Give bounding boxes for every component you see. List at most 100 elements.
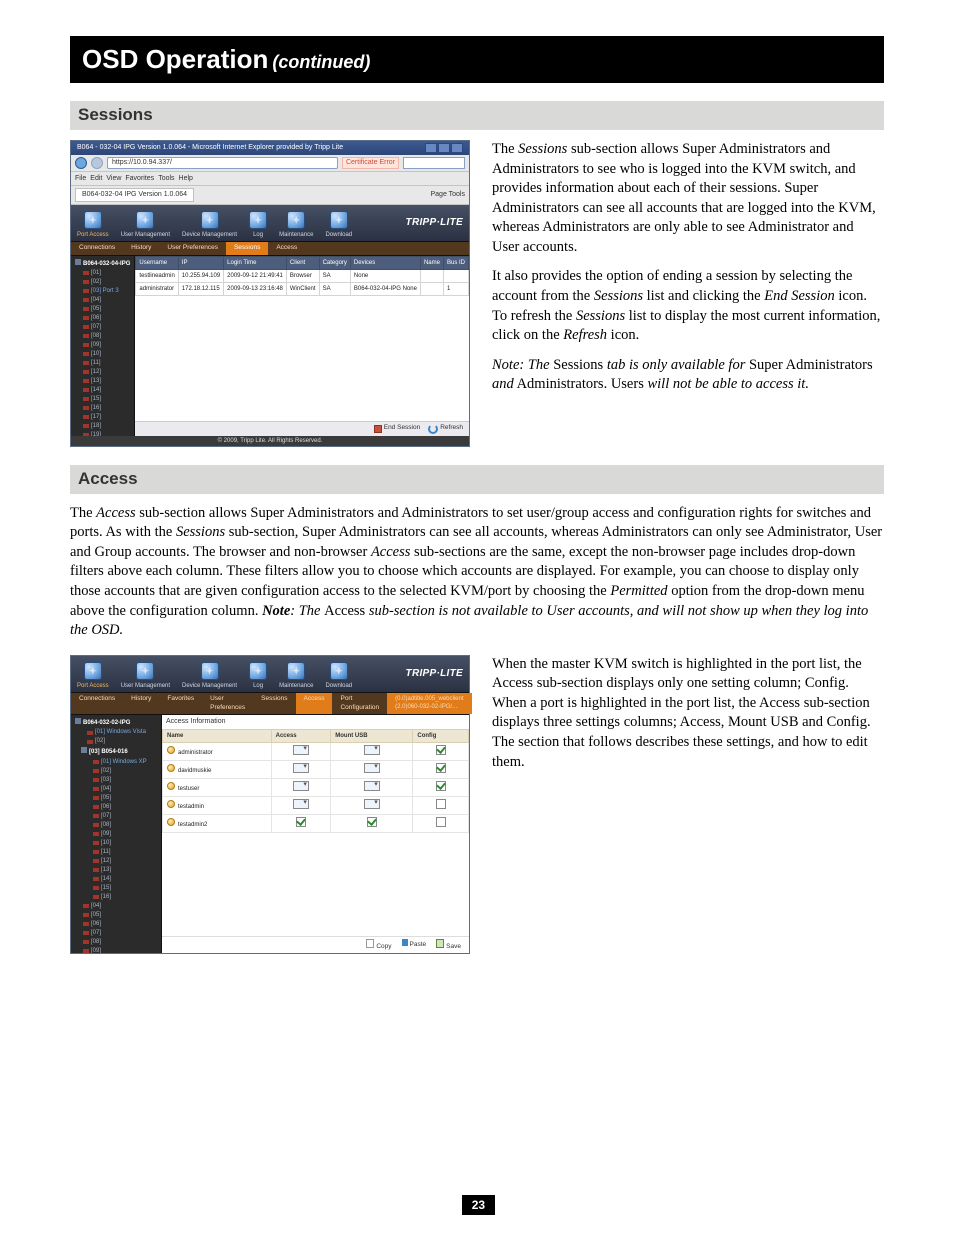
nav-device-management[interactable]: Device Management — [176, 656, 243, 692]
port-item[interactable]: [08] — [73, 332, 134, 341]
col-header[interactable]: Bus ID — [443, 256, 468, 269]
port-item[interactable]: [08] — [73, 821, 161, 830]
window-controls[interactable] — [425, 143, 463, 153]
port-item[interactable]: [10] — [73, 839, 161, 848]
cert-error[interactable]: Certificate Error — [342, 157, 399, 168]
port-item[interactable]: [13] — [73, 866, 161, 875]
port-item[interactable]: [14] — [73, 386, 134, 395]
port-item[interactable]: [11] — [73, 848, 161, 857]
col-header[interactable]: Config — [413, 729, 469, 742]
page-tab[interactable]: B064-032-04 IPG Version 1.0.064 — [75, 188, 194, 201]
nav-log[interactable]: Log — [243, 656, 273, 692]
port-item[interactable]: [12] — [73, 857, 161, 866]
port-tree[interactable]: B064-032-04-IPG [01][02][03] Port 3[04][… — [71, 256, 135, 436]
port-item[interactable]: [16] — [73, 404, 134, 413]
port-item[interactable]: [05] — [73, 305, 134, 314]
port-item[interactable]: [09] — [73, 830, 161, 839]
end-session-button[interactable]: End Session — [374, 424, 421, 434]
checkbox[interactable] — [367, 817, 377, 827]
port-item[interactable]: [06] — [73, 920, 161, 929]
port-item[interactable]: [02] — [73, 278, 134, 287]
port-item[interactable]: [04] — [73, 785, 161, 794]
nav-log[interactable]: Log — [243, 205, 273, 241]
table-row[interactable]: testlineadmin10.255.94.1092009-09-12 21:… — [136, 269, 469, 282]
subtab-history[interactable]: History — [123, 693, 159, 715]
osd-subtabs[interactable]: Connections History User Preferences Ses… — [71, 242, 469, 256]
dropdown[interactable] — [364, 763, 380, 773]
port-item[interactable]: [16] — [73, 893, 161, 902]
subtab-prefs[interactable]: User Preferences — [202, 693, 253, 715]
save-button[interactable]: Save — [436, 939, 461, 952]
col-header[interactable]: Devices — [350, 256, 420, 269]
refresh-button[interactable]: Refresh — [428, 424, 463, 434]
subtab-access[interactable]: Access — [268, 242, 305, 255]
dropdown[interactable] — [364, 799, 380, 809]
port-item[interactable]: [05] — [73, 794, 161, 803]
subtab-favorites[interactable]: Favorites — [159, 693, 202, 715]
table-row[interactable]: administrator172.18.12.1152009-09-13 23:… — [136, 282, 469, 295]
dropdown[interactable] — [293, 799, 309, 809]
subtab-history[interactable]: History — [123, 242, 159, 255]
port-tree[interactable]: B064-032-02-IPG [01] Windows Vista [02] [… — [71, 715, 162, 953]
back-icon[interactable] — [75, 157, 87, 169]
tree-root-2[interactable]: [03] B054-016 — [73, 746, 161, 757]
checkbox[interactable] — [296, 817, 306, 827]
osd-nav[interactable]: Port Access User Management Device Manag… — [71, 656, 469, 693]
osd-nav[interactable]: Port Access User Management Device Manag… — [71, 205, 469, 242]
table-row[interactable]: testuser — [163, 779, 469, 797]
port-item[interactable]: [01] Windows XP — [73, 758, 161, 767]
url-field[interactable]: https://10.0.94.337/ — [107, 157, 338, 169]
col-header[interactable]: Login Time — [224, 256, 287, 269]
tree-root[interactable]: B064-032-02-IPG — [73, 717, 161, 728]
nav-user-management[interactable]: User Management — [115, 656, 176, 692]
port-item[interactable]: [03] Port 3 — [73, 287, 134, 296]
port-item[interactable]: [08] — [73, 938, 161, 947]
copy-button[interactable]: Copy — [366, 939, 391, 952]
dropdown[interactable] — [293, 763, 309, 773]
col-header[interactable]: Category — [319, 256, 350, 269]
checkbox[interactable] — [436, 799, 446, 809]
table-row[interactable]: testadmin — [163, 797, 469, 815]
port-item[interactable]: [12] — [73, 368, 134, 377]
subtab-prefs[interactable]: User Preferences — [159, 242, 226, 255]
port-item[interactable]: [15] — [73, 395, 134, 404]
port-item[interactable]: [01] Windows Vista — [73, 728, 161, 737]
nav-port-access[interactable]: Port Access — [71, 656, 115, 692]
nav-maintenance[interactable]: Maintenance — [273, 656, 319, 692]
port-item[interactable]: [09] — [73, 341, 134, 350]
col-header[interactable]: Username — [136, 256, 178, 269]
table-row[interactable]: administrator — [163, 742, 469, 760]
port-item[interactable]: [01] — [73, 269, 134, 278]
tree-root[interactable]: B064-032-04-IPG — [73, 258, 134, 269]
subtab-access[interactable]: Access — [296, 693, 333, 715]
dropdown[interactable] — [364, 745, 380, 755]
osd-subtabs[interactable]: Connections History Favorites User Prefe… — [71, 693, 469, 716]
port-item[interactable]: [14] — [73, 875, 161, 884]
browser-tabstrip[interactable]: B064-032-04 IPG Version 1.0.064 Page Too… — [71, 186, 469, 204]
browser-toolbar[interactable]: https://10.0.94.337/ Certificate Error — [71, 155, 469, 172]
port-item[interactable]: [07] — [73, 812, 161, 821]
checkbox[interactable] — [436, 817, 446, 827]
col-header[interactable]: Mount USB — [331, 729, 413, 742]
port-item[interactable]: [04] — [73, 902, 161, 911]
checkbox[interactable] — [436, 781, 446, 791]
subtab-connections[interactable]: Connections — [71, 242, 123, 255]
port-item[interactable]: [10] — [73, 350, 134, 359]
nav-device-management[interactable]: Device Management — [176, 205, 243, 241]
dropdown[interactable] — [364, 781, 380, 791]
port-item[interactable]: [13] — [73, 377, 134, 386]
paste-button[interactable]: Paste — [402, 939, 427, 952]
port-item[interactable]: [07] — [73, 929, 161, 938]
port-item[interactable]: [06] — [73, 314, 134, 323]
col-header[interactable]: Name — [420, 256, 443, 269]
port-item[interactable]: [02] — [73, 767, 161, 776]
col-header[interactable]: Client — [286, 256, 319, 269]
table-row[interactable]: testadmin2 — [163, 815, 469, 833]
checkbox[interactable] — [436, 745, 446, 755]
port-item[interactable]: [17] — [73, 413, 134, 422]
nav-port-access[interactable]: Port Access — [71, 205, 115, 241]
subtab-sessions[interactable]: Sessions — [253, 693, 295, 715]
nav-maintenance[interactable]: Maintenance — [273, 205, 319, 241]
port-item[interactable]: [11] — [73, 359, 134, 368]
browser-menubar[interactable]: File Edit View Favorites Tools Help — [71, 172, 469, 186]
